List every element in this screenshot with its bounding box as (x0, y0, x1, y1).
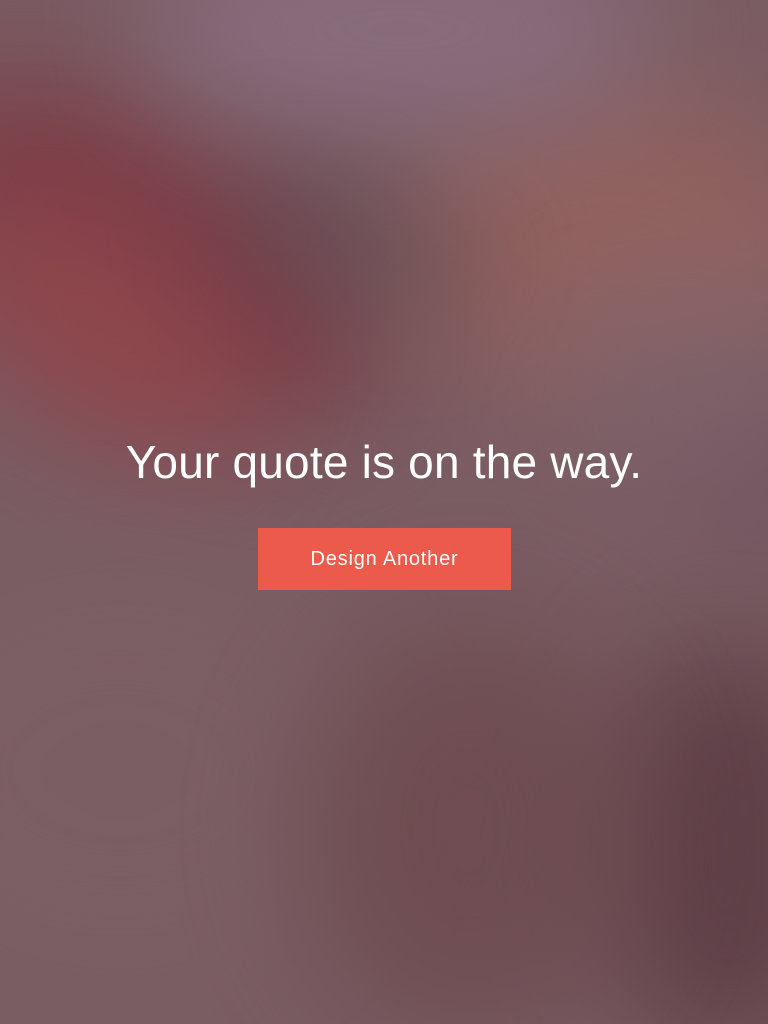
confirmation-headline: Your quote is on the way. (125, 436, 643, 488)
design-another-button[interactable]: Design Another (258, 528, 511, 590)
confirmation-content: Your quote is on the way. Design Another (0, 0, 768, 1024)
confirmation-screen: Your quote is on the way. Design Another (0, 0, 768, 1024)
